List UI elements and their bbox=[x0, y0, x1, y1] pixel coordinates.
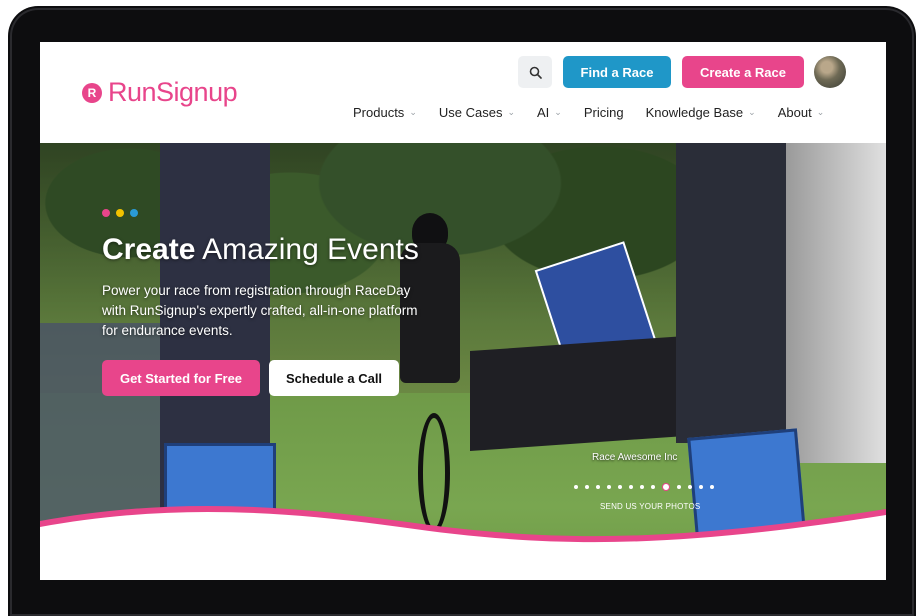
wave-divider bbox=[40, 506, 886, 580]
browser-viewport: R RunSignup Find a Race Create a Race Pr… bbox=[40, 42, 886, 580]
hero-title: Create Amazing Events bbox=[102, 233, 419, 267]
site-header: R RunSignup Find a Race Create a Race Pr… bbox=[40, 42, 886, 143]
hero-subtitle: Power your race from registration throug… bbox=[102, 283, 418, 338]
carousel-dot[interactable] bbox=[699, 485, 703, 489]
nav-label: Use Cases bbox=[438, 105, 503, 120]
nav-label: About bbox=[777, 105, 812, 120]
carousel-dots bbox=[574, 483, 714, 491]
logo-text: RunSignup bbox=[108, 77, 238, 107]
carousel-dot[interactable] bbox=[607, 485, 611, 489]
main-nav: Products ⌄ Use Cases ⌄ AI ⌄ Pricing Know… bbox=[353, 105, 846, 120]
carousel-dot[interactable] bbox=[618, 485, 622, 489]
nav-label: Pricing bbox=[583, 105, 624, 120]
rv-background bbox=[786, 143, 886, 463]
hero-section: Create Amazing Events Power your race fr… bbox=[40, 143, 886, 580]
nav-item-ai[interactable]: AI ⌄ bbox=[537, 105, 562, 120]
chevron-down-icon: ⌄ bbox=[816, 107, 825, 117]
user-avatar[interactable] bbox=[814, 56, 846, 88]
carousel-dot[interactable] bbox=[585, 485, 589, 489]
carousel-dot[interactable] bbox=[651, 485, 655, 489]
brand-dot bbox=[130, 209, 138, 217]
carousel-dot[interactable] bbox=[640, 485, 644, 489]
sponsor-banner bbox=[40, 323, 160, 523]
carousel-dot[interactable] bbox=[596, 485, 600, 489]
carousel-dot[interactable] bbox=[688, 485, 692, 489]
carousel-dot[interactable] bbox=[662, 483, 670, 491]
brand-dot bbox=[116, 209, 124, 217]
get-started-button[interactable]: Get Started for Free bbox=[102, 360, 260, 396]
carousel-dot[interactable] bbox=[629, 485, 633, 489]
create-a-race-button[interactable]: Create a Race bbox=[682, 56, 804, 88]
nav-item-products[interactable]: Products ⌄ bbox=[353, 105, 417, 120]
schedule-call-button[interactable]: Schedule a Call bbox=[269, 360, 399, 396]
chevron-down-icon: ⌄ bbox=[507, 107, 515, 117]
carousel-dot[interactable] bbox=[677, 485, 681, 489]
chevron-down-icon: ⌄ bbox=[409, 107, 417, 117]
brand-dot bbox=[102, 209, 110, 217]
search-button[interactable] bbox=[518, 56, 552, 88]
search-icon bbox=[529, 66, 542, 79]
sponsor-banner bbox=[676, 143, 786, 443]
nav-label: AI bbox=[536, 105, 550, 120]
nav-item-about[interactable]: About ⌄ bbox=[778, 105, 825, 120]
nav-item-knowledge-base[interactable]: Knowledge Base ⌄ bbox=[646, 105, 756, 120]
nav-item-pricing[interactable]: Pricing bbox=[584, 105, 624, 120]
nav-item-use-cases[interactable]: Use Cases ⌄ bbox=[439, 105, 515, 120]
find-a-race-button[interactable]: Find a Race bbox=[563, 56, 671, 88]
nav-label: Knowledge Base bbox=[645, 105, 744, 120]
nav-label: Products bbox=[353, 105, 405, 120]
hero-title-light: Amazing Events bbox=[195, 233, 419, 266]
logo-badge: R bbox=[82, 82, 102, 103]
runsignup-logo[interactable]: R RunSignup bbox=[82, 77, 238, 108]
course-fence bbox=[470, 334, 700, 452]
chevron-down-icon: ⌄ bbox=[748, 107, 756, 117]
carousel-dot[interactable] bbox=[710, 485, 714, 489]
chevron-down-icon: ⌄ bbox=[554, 107, 562, 117]
brand-dots bbox=[102, 209, 138, 217]
laptop-frame: R RunSignup Find a Race Create a Race Pr… bbox=[0, 0, 916, 616]
photo-credit: Race Awesome Inc bbox=[592, 452, 678, 463]
carousel-dot[interactable] bbox=[574, 485, 578, 489]
hero-title-bold: Create bbox=[102, 233, 196, 266]
